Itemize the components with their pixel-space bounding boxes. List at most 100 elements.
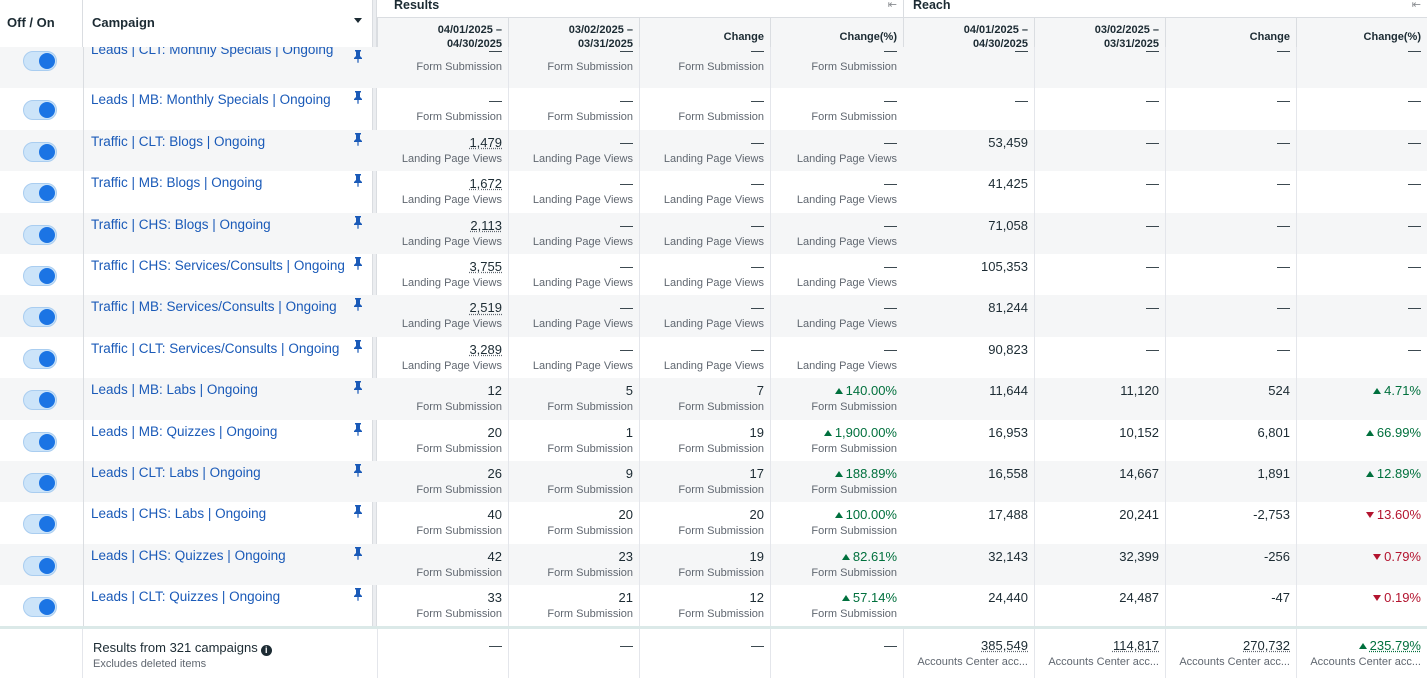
campaign-toggle[interactable] xyxy=(23,348,57,369)
campaign-toggle[interactable] xyxy=(23,555,57,576)
campaign-name-link[interactable]: Leads | CLT: Labs | Ongoing xyxy=(91,465,261,480)
campaign-toggle[interactable] xyxy=(23,183,57,204)
campaign-toggle[interactable] xyxy=(23,141,57,162)
metric-value: — xyxy=(489,93,502,109)
metric-subtitle: Form Submission xyxy=(811,442,897,455)
campaign-toggle[interactable] xyxy=(23,390,57,411)
campaign-toggle[interactable] xyxy=(23,51,57,71)
info-icon[interactable]: i xyxy=(260,645,272,656)
off-on-column-header[interactable]: Off / On xyxy=(7,15,55,30)
metric-cell: 1,479 Landing Page Views xyxy=(377,130,508,171)
pin-icon[interactable] xyxy=(352,297,364,312)
metric-cell: 20 Form Submission xyxy=(639,502,770,544)
pin-icon[interactable] xyxy=(352,504,364,519)
arrow-down-icon xyxy=(1373,553,1382,560)
metric-value: — xyxy=(751,134,764,150)
campaign-name-link[interactable]: Leads | CLT: Monthly Specials | Ongoing xyxy=(91,47,333,57)
collapse-icon[interactable]: ⇤ xyxy=(888,0,897,11)
metric-value: 20,241 xyxy=(1119,507,1159,523)
pin-icon[interactable] xyxy=(352,546,364,560)
campaign-name-link[interactable]: Traffic | CHS: Blogs | Ongoing xyxy=(91,217,271,232)
metric-cell: — xyxy=(1034,88,1165,130)
metric-value: — xyxy=(751,300,764,316)
metric-value: 40 xyxy=(487,507,502,523)
campaign-name-link[interactable]: Traffic | CLT: Services/Consults | Ongoi… xyxy=(91,341,339,356)
metric-cell: 81,244 xyxy=(903,295,1034,336)
campaign-toggle[interactable] xyxy=(23,266,57,286)
collapse-icon[interactable]: ⇤ xyxy=(1412,0,1421,11)
metric-cell: 0.19% xyxy=(1296,585,1427,627)
pin-icon[interactable] xyxy=(352,90,364,105)
metric-value: 2,113 xyxy=(470,217,502,233)
metric-cell: 13.60% xyxy=(1296,502,1427,544)
metric-cell: — xyxy=(1034,171,1165,213)
metric-cell: 100.00% Form Submission xyxy=(770,502,903,544)
metric-cell: — Landing Page Views xyxy=(770,129,903,172)
metric-value: 3,755 xyxy=(469,259,502,274)
campaign-toggle[interactable] xyxy=(23,307,57,328)
pin-icon[interactable] xyxy=(352,587,364,602)
summary-value: — xyxy=(751,638,764,653)
pin-icon[interactable] xyxy=(352,215,364,229)
campaign-toggle[interactable] xyxy=(23,597,57,618)
metric-cell: 3,289 Landing Page Views xyxy=(377,337,508,378)
metric-cell: 19 Form Submission xyxy=(639,419,770,461)
metric-value: — xyxy=(751,217,764,233)
chevron-down-icon[interactable] xyxy=(354,18,362,23)
campaign-name-link[interactable]: Leads | CLT: Quizzes | Ongoing xyxy=(91,589,280,604)
campaign-name-link[interactable]: Leads | CHS: Quizzes | Ongoing xyxy=(91,548,286,563)
campaign-toggle[interactable] xyxy=(23,514,57,535)
campaign-name-link[interactable]: Traffic | CHS: Services/Consults | Ongoi… xyxy=(91,258,345,273)
metric-value: 53,459 xyxy=(988,134,1028,150)
campaign-toggle[interactable] xyxy=(23,100,57,121)
campaign-name-link[interactable]: Traffic | CLT: Blogs | Ongoing xyxy=(91,134,265,149)
metric-subtitle: Landing Page Views xyxy=(401,194,502,207)
campaign-name-link[interactable]: Leads | MB: Labs | Ongoing xyxy=(91,382,258,397)
metric-cell: — xyxy=(1165,254,1296,296)
metric-value: 33 xyxy=(487,590,502,606)
pin-icon[interactable] xyxy=(352,173,364,188)
metric-subtitle: Landing Page Views xyxy=(532,359,633,372)
metric-value: — xyxy=(620,134,633,150)
campaign-toggle[interactable] xyxy=(23,473,57,493)
metric-value: — xyxy=(884,43,897,58)
metric-cell: 53,459 xyxy=(903,130,1034,171)
reach-group-header: Reach ⇤ xyxy=(903,0,1427,18)
campaign-name-cell: Traffic | CLT: Blogs | Ongoing xyxy=(83,129,372,172)
campaign-name-link[interactable]: Leads | MB: Quizzes | Ongoing xyxy=(91,424,277,439)
campaign-name-cell: Leads | CHS: Labs | Ongoing xyxy=(83,502,372,544)
metric-value: 17,488 xyxy=(988,507,1028,523)
campaign-toggle[interactable] xyxy=(23,431,57,452)
metric-cell: 32,399 xyxy=(1034,543,1165,586)
metric-cell: 90,823 xyxy=(903,337,1034,378)
pin-icon[interactable] xyxy=(352,132,364,146)
metric-cell: 105,353 xyxy=(903,254,1034,295)
metric-cell: — Landing Page Views xyxy=(770,336,903,379)
metric-cell: 17 Form Submission xyxy=(639,461,770,503)
arrow-up-icon xyxy=(834,512,843,519)
pin-icon[interactable] xyxy=(352,380,364,395)
metric-subtitle: Landing Page Views xyxy=(532,152,633,165)
campaign-name-link[interactable]: Traffic | MB: Blogs | Ongoing xyxy=(91,175,262,190)
campaign-toggle[interactable] xyxy=(23,224,57,245)
pin-icon[interactable] xyxy=(352,49,364,63)
pin-icon[interactable] xyxy=(352,256,364,270)
pin-icon[interactable] xyxy=(352,339,364,353)
metric-cell: — Form Submission xyxy=(508,43,639,88)
metric-value: 81,244 xyxy=(988,300,1028,316)
campaign-name-link[interactable]: Leads | CHS: Labs | Ongoing xyxy=(91,506,266,521)
metric-cell: 3,755 Landing Page Views xyxy=(377,254,508,295)
campaign-name-link[interactable]: Traffic | MB: Services/Consults | Ongoin… xyxy=(91,299,337,314)
toggle-knob xyxy=(39,475,55,491)
metric-cell: — Form Submission xyxy=(508,88,639,130)
metric-subtitle: Landing Page Views xyxy=(663,235,764,248)
campaign-column-header[interactable]: Campaign xyxy=(92,15,155,30)
metric-subtitle: Form Submission xyxy=(416,442,502,455)
campaign-name-link[interactable]: Leads | MB: Monthly Specials | Ongoing xyxy=(91,92,331,107)
table-row: Leads | MB: Labs | Ongoing 12 Form Submiss… xyxy=(0,378,1427,420)
pin-icon[interactable] xyxy=(352,463,364,477)
pin-icon[interactable] xyxy=(352,422,364,436)
metric-value: 12 xyxy=(749,590,764,606)
metric-cell: — xyxy=(1034,43,1165,88)
toggle-knob xyxy=(39,102,55,119)
